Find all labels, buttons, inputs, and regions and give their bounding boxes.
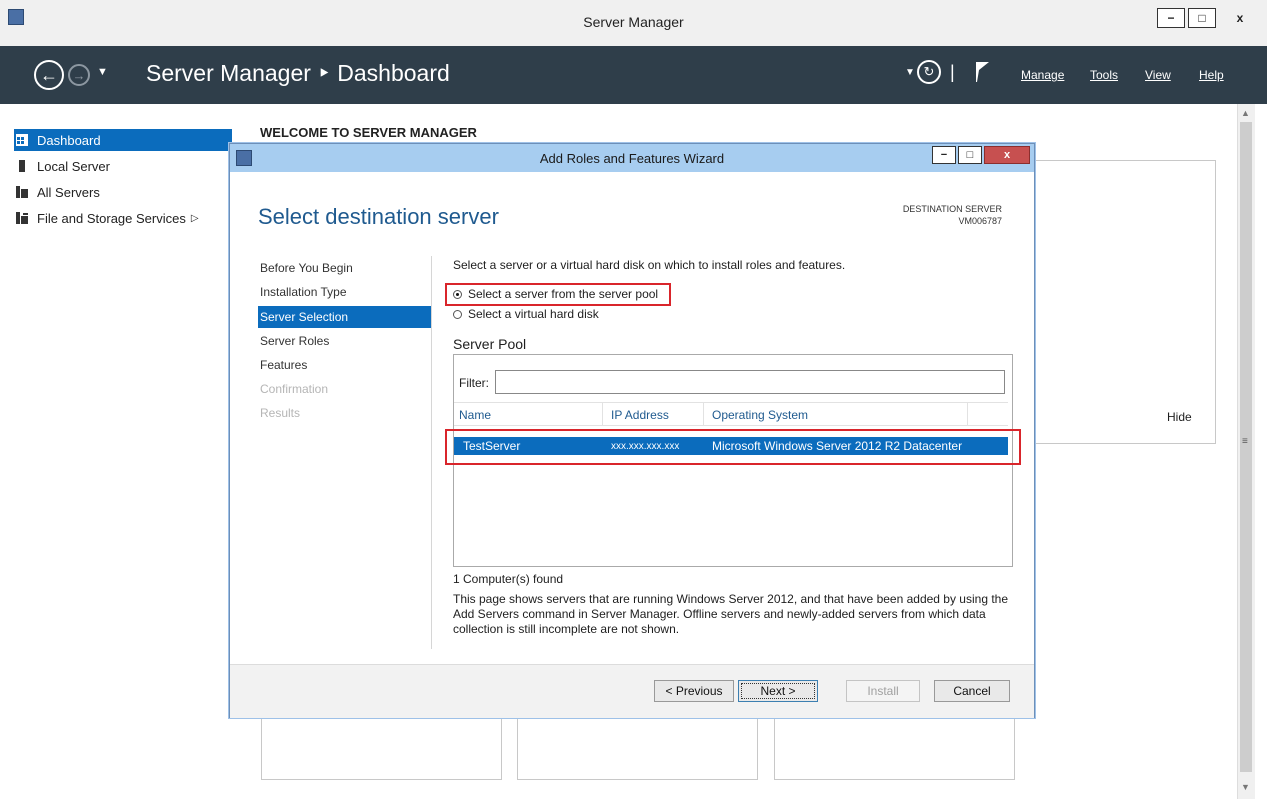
next-button[interactable]: Next > [738,680,818,702]
breadcrumb: Server Manager ‣ Dashboard [146,60,450,86]
server-icon [19,160,25,172]
menu-view[interactable]: View [1145,68,1171,82]
column-separator [967,403,968,425]
step-server-roles[interactable]: Server Roles [258,330,432,352]
wizard-heading: Select destination server [258,204,499,229]
table-header-top-line [454,402,1008,403]
cancel-button[interactable]: Cancel [934,680,1010,702]
column-separator [703,403,704,425]
sidebar-item-file-storage[interactable]: File and Storage Services ▷ [14,207,232,229]
computers-found: 1 Computer(s) found [453,572,564,586]
notifications-flag-icon[interactable] [974,60,990,84]
window-titlebar: Server Manager − □ x [0,0,1267,47]
wizard-close-button[interactable]: x [984,146,1030,164]
column-separator [602,403,603,425]
hide-link[interactable]: Hide [1167,410,1192,424]
step-server-selection[interactable]: Server Selection [258,306,432,328]
wizard-window-controls: − □ x [930,146,1030,164]
menu-tools[interactable]: Tools [1090,68,1118,82]
tile-panel [517,712,758,780]
welcome-heading: WELCOME TO SERVER MANAGER [260,125,477,140]
scroll-up-icon[interactable]: ▲ [1241,108,1250,118]
filter-input[interactable] [495,370,1005,394]
radio-unchecked-icon[interactable] [453,310,462,319]
menu-help[interactable]: Help [1199,68,1224,82]
radio-server-pool-label: Select a server from the server pool [468,287,659,301]
minimize-button[interactable]: − [1157,8,1185,28]
vertical-scrollbar[interactable]: ▲ ≡ ▼ [1237,104,1255,799]
header-separator: | [950,62,955,82]
destination-value: VM006787 [958,216,1002,226]
step-installation-type[interactable]: Installation Type [258,281,432,303]
wizard-title: Add Roles and Features Wizard [539,151,725,166]
install-button: Install [846,680,920,702]
previous-button[interactable]: < Previous [654,680,734,702]
window-controls: − □ x [1154,8,1261,28]
sidebar-item-all-servers[interactable]: All Servers [14,181,232,203]
scrollbar-thumb[interactable] [1240,122,1252,772]
refresh-dropdown-icon[interactable]: ▼ [905,67,915,78]
sidebar-item-dashboard[interactable]: Dashboard [14,129,232,151]
forward-arrow-icon[interactable]: → [68,64,90,86]
radio-vhd-label: Select a virtual hard disk [468,307,599,321]
steps-divider [431,256,432,649]
wizard-titlebar: Add Roles and Features Wizard − □ x [230,144,1034,172]
instruction-text: Select a server or a virtual hard disk o… [453,258,846,272]
radio-checked-icon[interactable] [453,290,462,299]
radio-virtual-hard-disk[interactable]: Select a virtual hard disk [453,307,599,321]
back-arrow-icon[interactable]: ← [34,60,64,90]
step-before-you-begin[interactable]: Before You Begin [258,257,432,279]
tile-panel [261,712,502,780]
sidebar-item-local-server[interactable]: Local Server [14,155,232,177]
radio-server-pool[interactable]: Select a server from the server pool [453,287,658,301]
sidebar-item-label: All Servers [37,184,100,200]
servers-icon [16,186,28,198]
destination-server: DESTINATION SERVER VM006787 [903,203,1002,227]
filter-label: Filter: [459,376,489,390]
dashboard-icon [16,134,28,146]
wizard-minimize-button[interactable]: − [932,146,956,164]
tile-panel [774,712,1015,780]
scroll-down-icon[interactable]: ▼ [1241,782,1250,792]
wizard-maximize-button[interactable]: □ [958,146,982,164]
step-confirmation: Confirmation [260,382,329,396]
history-dropdown-icon[interactable]: ▼ [97,66,108,78]
sidebar-item-label: Dashboard [37,132,101,148]
sidebar-item-label: Local Server [37,158,110,174]
highlight-box-server-row [445,429,1021,465]
expand-arrow-icon[interactable]: ▷ [191,213,199,224]
window-title: Server Manager [583,14,684,30]
column-ip-address[interactable]: IP Address [611,408,669,422]
server-pool-title: Server Pool [453,336,527,352]
scroll-grip-icon: ≡ [1242,436,1248,447]
table-header-bottom-line [454,425,1008,426]
column-name[interactable]: Name [459,408,491,422]
pool-description: This page shows servers that are running… [453,592,1009,636]
column-operating-system[interactable]: Operating System [712,408,808,422]
step-features[interactable]: Features [258,354,432,376]
maximize-button[interactable]: □ [1188,8,1216,28]
close-button[interactable]: x [1219,8,1261,28]
add-roles-wizard: Add Roles and Features Wizard − □ x Sele… [229,143,1035,718]
app-header: ← → ▼ Server Manager ‣ Dashboard ▼ ↻ | M… [0,46,1267,104]
storage-icon [16,212,28,224]
destination-label: DESTINATION SERVER [902,204,1002,214]
menu-manage[interactable]: Manage [1021,68,1064,82]
refresh-icon[interactable]: ↻ [917,60,941,84]
step-results: Results [260,406,301,420]
sidebar-item-label: File and Storage Services [37,210,186,226]
